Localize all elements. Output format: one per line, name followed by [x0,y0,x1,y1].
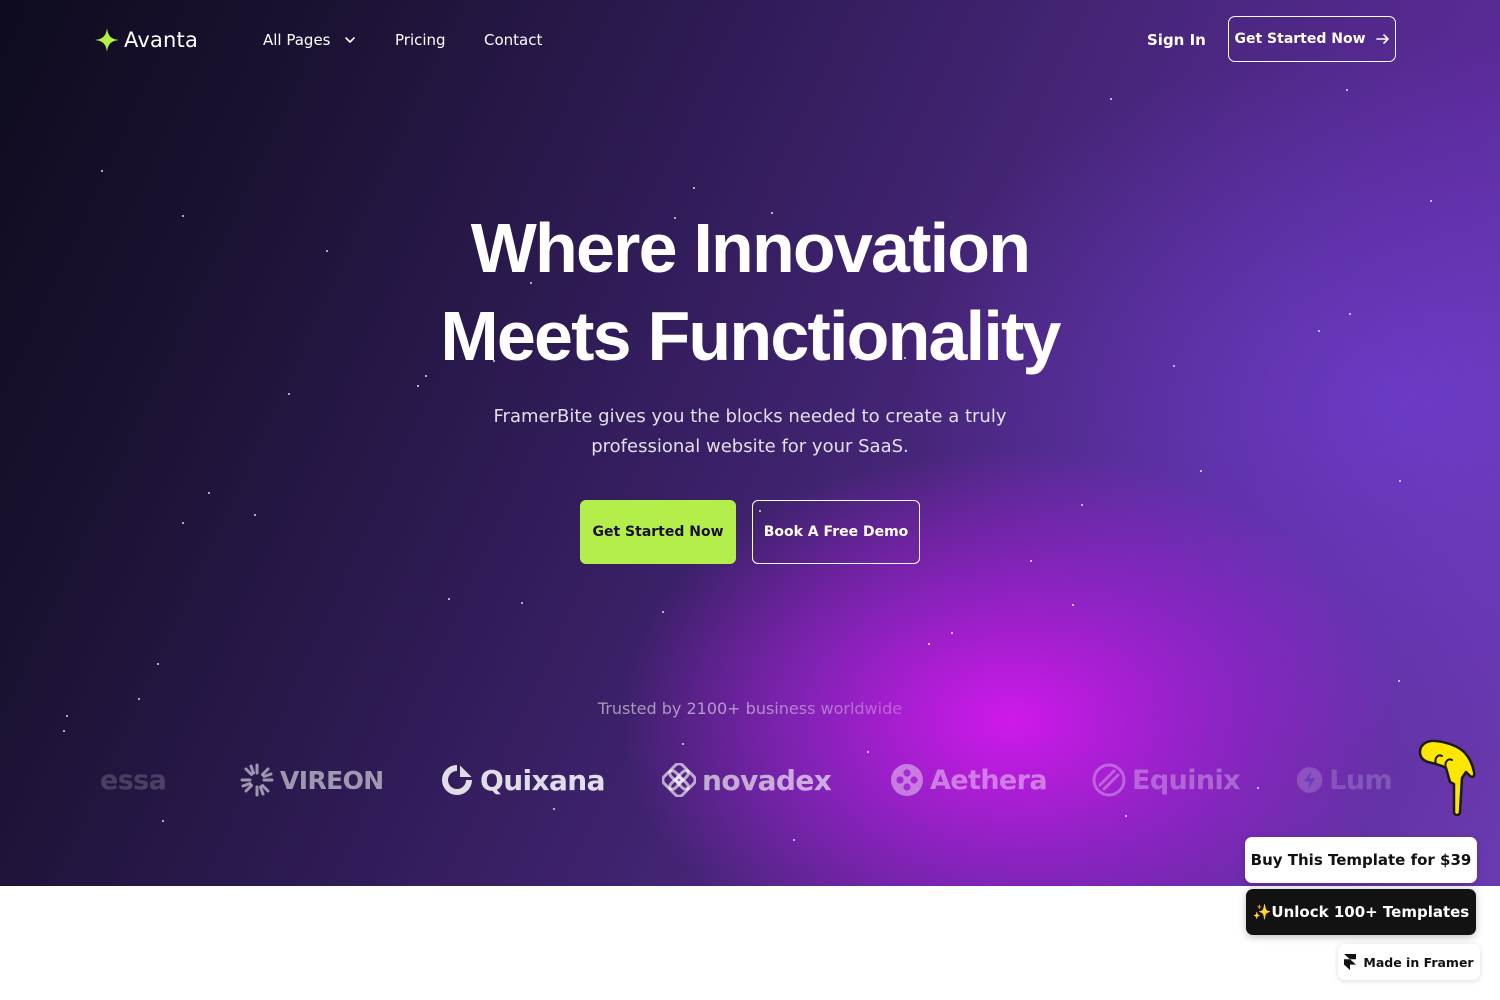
brand-logo[interactable]: Avanta [94,26,198,54]
hero-subtitle-line-1: FramerBite gives you the blocks needed t… [493,406,1007,427]
nav-pricing[interactable]: Pricing [395,30,446,50]
star-dot [521,602,523,604]
partner-logo-equinix: Equinix [1092,760,1241,800]
hero-headline-line-2: Meets Functionality [440,297,1061,375]
star-dot [66,715,68,717]
star-dot [1081,504,1083,506]
book-demo-button[interactable]: Book A Free Demo [752,500,920,564]
aethera-dots-icon [891,764,923,796]
brand-name: Avanta [124,28,199,52]
nav-get-started-label: Get Started Now [1234,31,1366,47]
star-dot [182,215,184,217]
partner-logo-quixana: Quixana [440,760,606,800]
star-dot [1072,604,1074,606]
framer-icon [1344,954,1357,970]
star-dot [182,522,184,524]
partner-logo-novadex: novadex [662,760,832,800]
star-dot [1125,815,1127,817]
chevron-down-icon [344,37,355,43]
made-in-framer-label: Made in Framer [1363,954,1474,970]
star-dot [1398,680,1400,682]
pointing-hand-cursor-icon [1418,739,1476,816]
unlock-templates-button[interactable]: ✨Unlock 100+ Templates [1246,889,1476,935]
star-dot [867,751,869,753]
buy-template-button[interactable]: Buy This Template for $39 [1245,837,1477,883]
sparkle-logo-icon [95,28,119,52]
star-dot [1200,470,1202,472]
star-dot [928,643,930,645]
star-dot [1318,330,1320,332]
hero-headline: Where Innovation Meets Functionality [300,204,1200,380]
partner-logo-equinix-label: Equinix [1132,764,1241,796]
star-dot [288,393,290,395]
lum-bolt-icon [1296,767,1323,793]
star-dot [162,820,164,822]
partner-logo-novadex-label: novadex [702,763,832,797]
star-dot [682,743,684,745]
equinix-slash-icon [1092,763,1126,797]
partner-logo-lum: Lum [1296,760,1392,800]
star-dot [254,514,256,516]
nav-all-pages[interactable]: All Pages [263,30,357,50]
star-dot [951,632,953,634]
star-dot [553,808,555,810]
partner-logo-essa: essa [100,760,167,800]
hero-subtitle: FramerBite gives you the blocks needed t… [480,402,1020,462]
partner-logo-aethera: Aethera [890,760,1048,800]
star-dot [138,698,140,700]
hero-get-started-button[interactable]: Get Started Now [580,500,736,564]
star-dot [448,598,450,600]
partner-logo-essa-label: essa [100,764,167,796]
partner-logo-lum-label: Lum [1329,764,1392,796]
quixana-mark-icon [442,765,472,795]
nav-contact[interactable]: Contact [484,30,542,50]
hero-subtitle-line-2: professional website for your SaaS. [591,436,909,457]
arrow-right-icon [1375,34,1389,44]
vireon-burst-icon [240,763,274,797]
novadex-knot-icon [662,763,696,797]
star-dot [662,611,664,613]
star-dot [1430,200,1432,202]
hero-headline-line-1: Where Innovation [470,209,1031,287]
star-dot [1257,787,1259,789]
star-dot [101,170,103,172]
star-dot [157,663,159,665]
hero-section: Avanta All Pages Pricing Contact Sign In… [0,0,1500,886]
trusted-by-text: Trusted by 2100+ business worldwide [500,698,1000,720]
made-in-framer-badge[interactable]: Made in Framer [1338,944,1480,980]
partner-logo-quixana-label: Quixana [480,763,606,797]
star-dot [1399,480,1401,482]
star-dot [693,187,695,189]
star-dot [417,385,419,387]
star-dot [208,492,210,494]
star-dot [1349,313,1351,315]
partner-logo-aethera-label: Aethera [930,764,1048,796]
nav-get-started-button[interactable]: Get Started Now [1228,16,1396,62]
partner-logo-vireon-label: VIREON [280,765,384,795]
star-dot [793,839,795,841]
star-dot [1110,98,1112,100]
partner-logo-vireon: VIREON [240,760,384,800]
sign-in-link[interactable]: Sign In [1147,30,1206,50]
star-dot [63,730,65,732]
star-dot [1030,560,1032,562]
nav-all-pages-label: All Pages [263,31,331,49]
star-dot [1346,89,1348,91]
